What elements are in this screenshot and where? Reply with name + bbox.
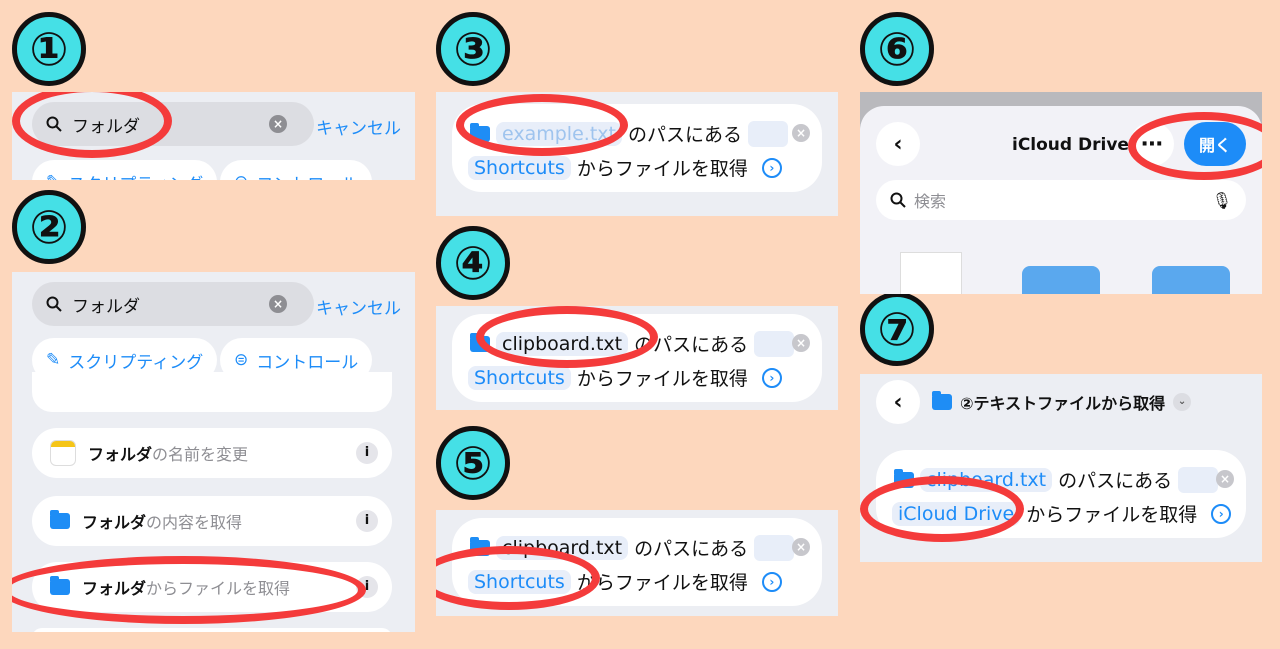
remove-icon[interactable]: ×: [792, 334, 810, 352]
search-value: フォルダ: [72, 296, 140, 317]
cancel-button[interactable]: キャンセル: [316, 294, 401, 319]
info-icon[interactable]: i: [356, 442, 378, 464]
step-5-badge: ⑤: [436, 426, 510, 500]
toggle-icon: ⊜: [234, 350, 249, 370]
microphone-icon[interactable]: 🎙: [1212, 191, 1232, 210]
path-suffix: のパスにある: [634, 538, 749, 560]
chevron-down-icon: ⌄: [1173, 393, 1192, 411]
step-1-panel: フォルダ × キャンセル ✎ スクリプティング ⊜ コントロール: [12, 92, 415, 180]
step-2-panel: フォルダ × キャンセル ✎ スクリプティング ⊜ コントロール フォルダの名前…: [12, 272, 415, 632]
scripting-icon: ✎: [46, 172, 60, 180]
toggle-icon: ⊜: [234, 172, 248, 180]
expand-icon[interactable]: ›: [761, 367, 782, 388]
picker-search-field[interactable]: 検索 🎙: [876, 180, 1246, 220]
action-text: からファイルを取得: [1026, 504, 1198, 526]
highlight-ring: [12, 556, 366, 624]
file-thumbnail[interactable]: [900, 252, 962, 294]
notes-icon: [50, 440, 76, 466]
remove-icon[interactable]: ×: [792, 124, 810, 142]
step-6-badge: ⑥: [860, 12, 934, 86]
folder-icon: [932, 391, 952, 410]
highlight-ring: [476, 306, 658, 368]
chip-label: スクリプティング: [68, 352, 204, 373]
step-4-panel: clipboard.txt のパスにある × Shortcuts からファイルを…: [436, 306, 838, 410]
list-item-partial[interactable]: [32, 372, 392, 412]
shortcut-title-bar[interactable]: ②テキストファイルから取得 ⌄: [932, 390, 1192, 414]
shortcut-name: ②テキストファイルから取得: [960, 394, 1166, 413]
search-icon: [890, 192, 906, 208]
highlight-ring: [860, 476, 1024, 542]
step-6-panel: ‹ iCloud Drive ⋯ 開く 検索 🎙: [860, 92, 1262, 294]
path-suffix: のパスにある: [1058, 470, 1173, 492]
highlight-ring: [456, 94, 628, 156]
chip-label: コントロール: [256, 170, 358, 181]
variable-slot[interactable]: [754, 330, 795, 357]
picker-search-placeholder: 検索: [914, 192, 947, 211]
picker-title: iCloud Drive: [1012, 135, 1129, 155]
back-button[interactable]: ‹: [876, 380, 920, 424]
path-suffix: のパスにある: [627, 124, 742, 146]
step-2-badge: ②: [12, 190, 86, 264]
location-line: Shortcuts からファイルを取得 ›: [468, 364, 782, 391]
step-3-panel: example.txt のパスにある × Shortcuts からファイルを取得…: [436, 92, 838, 216]
expand-icon[interactable]: ›: [761, 157, 782, 178]
item-rest: の名前を変更: [152, 445, 249, 464]
chip-scripting[interactable]: ✎ スクリプティング: [32, 160, 218, 181]
item-rest: の内容を取得: [146, 513, 243, 532]
clear-icon[interactable]: ×: [269, 295, 287, 313]
info-icon[interactable]: i: [356, 510, 378, 532]
variable-slot[interactable]: [1178, 466, 1219, 493]
cancel-button[interactable]: キャンセル: [316, 114, 401, 139]
step-5-panel: clipboard.txt のパスにある × Shortcuts からファイルを…: [436, 510, 838, 616]
remove-icon[interactable]: ×: [792, 538, 810, 556]
step-7-badge: ⑦: [860, 292, 934, 366]
step-3-badge: ③: [436, 12, 510, 86]
folder-thumbnail[interactable]: [1152, 266, 1230, 294]
expand-icon[interactable]: ›: [1211, 503, 1232, 524]
highlight-ring: [12, 92, 172, 158]
action-text: からファイルを取得: [576, 158, 748, 180]
scripting-icon: ✎: [46, 350, 61, 370]
clear-icon[interactable]: ×: [269, 115, 287, 133]
list-item-folder-contents[interactable]: フォルダの内容を取得 i: [32, 496, 392, 546]
step-1-badge: ①: [12, 12, 86, 86]
step-4-badge: ④: [436, 226, 510, 300]
item-bold: フォルダ: [88, 445, 153, 464]
chip-label: スクリプティング: [68, 170, 203, 181]
remove-icon[interactable]: ×: [1216, 470, 1234, 488]
variable-slot[interactable]: [747, 120, 788, 147]
location-token[interactable]: Shortcuts: [468, 155, 571, 180]
location-token[interactable]: Shortcuts: [468, 365, 571, 390]
item-bold: フォルダ: [82, 513, 147, 532]
folder-icon: [50, 510, 70, 529]
list-item-rename-folder[interactable]: フォルダの名前を変更 i: [32, 428, 392, 478]
search-icon: [46, 296, 62, 312]
variable-slot[interactable]: [754, 534, 795, 561]
step-7-panel: ‹ ②テキストファイルから取得 ⌄ clipboard.txt のパスにある ×…: [860, 374, 1262, 562]
back-button[interactable]: ‹: [876, 122, 920, 166]
chip-label: コントロール: [256, 352, 359, 373]
location-line: Shortcuts からファイルを取得 ›: [468, 154, 782, 181]
list-item-partial[interactable]: [32, 628, 392, 632]
action-text: からファイルを取得: [576, 368, 748, 390]
action-text: からファイルを取得: [576, 572, 748, 594]
expand-icon[interactable]: ›: [761, 571, 782, 592]
folder-thumbnail[interactable]: [1022, 266, 1100, 294]
chip-control[interactable]: ⊜ コントロール: [220, 160, 373, 181]
